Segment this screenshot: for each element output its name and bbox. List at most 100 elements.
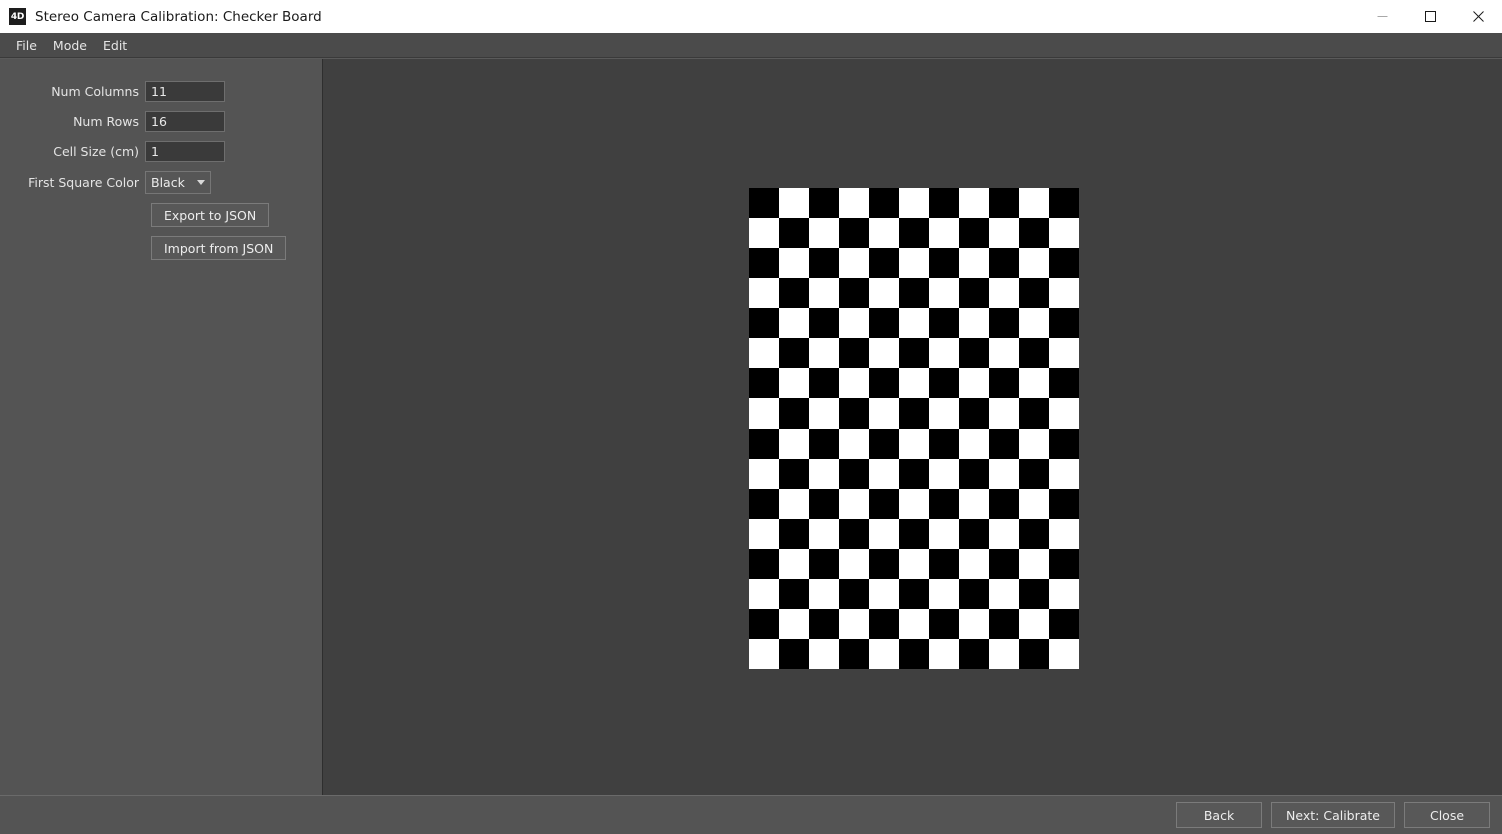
checker-cell xyxy=(779,428,809,459)
field-row-first-square-color: First Square Color Black xyxy=(0,171,322,194)
num-rows-input[interactable] xyxy=(145,111,225,132)
checker-cell xyxy=(959,308,989,339)
checker-cell xyxy=(809,308,839,339)
checker-cell xyxy=(1019,638,1049,669)
checker-cell xyxy=(989,368,1019,399)
checker-cell xyxy=(959,518,989,549)
checker-cell xyxy=(869,188,899,219)
checker-cell xyxy=(839,458,869,489)
checker-cell xyxy=(959,368,989,399)
checker-cell xyxy=(989,188,1019,219)
field-row-num-rows: Num Rows xyxy=(0,111,322,132)
checker-cell xyxy=(1049,428,1079,459)
checker-cell xyxy=(749,278,779,309)
checker-cell xyxy=(989,548,1019,579)
checker-cell xyxy=(989,218,1019,249)
checker-cell xyxy=(929,548,959,579)
checker-cell xyxy=(869,218,899,249)
checker-cell xyxy=(869,308,899,339)
checker-cell xyxy=(869,578,899,609)
checker-cell xyxy=(899,458,929,489)
checker-cell xyxy=(1019,308,1049,339)
checker-cell xyxy=(839,548,869,579)
cell-size-input[interactable] xyxy=(145,141,225,162)
checker-cell xyxy=(869,458,899,489)
checker-cell xyxy=(1019,458,1049,489)
checker-cell xyxy=(869,518,899,549)
checker-cell xyxy=(1049,368,1079,399)
checker-cell xyxy=(1049,338,1079,369)
maximize-button[interactable] xyxy=(1406,0,1454,33)
checker-cell xyxy=(779,458,809,489)
checker-cell xyxy=(989,248,1019,279)
checker-cell xyxy=(779,548,809,579)
checker-cell xyxy=(1049,548,1079,579)
checker-cell xyxy=(899,218,929,249)
checker-cell xyxy=(899,338,929,369)
checker-cell xyxy=(989,398,1019,429)
checker-cell xyxy=(929,488,959,519)
checker-cell xyxy=(749,248,779,279)
checker-cell xyxy=(989,278,1019,309)
checker-cell xyxy=(929,518,959,549)
first-square-color-dropdown[interactable]: Black xyxy=(145,171,211,194)
checker-cell xyxy=(959,458,989,489)
checker-cell xyxy=(1049,398,1079,429)
checker-cell xyxy=(1019,188,1049,219)
menu-item-edit[interactable]: Edit xyxy=(95,35,135,56)
label-num-rows: Num Rows xyxy=(73,114,139,129)
checker-cell xyxy=(809,188,839,219)
checker-cell xyxy=(749,428,779,459)
footer-bar: Back Next: Calibrate Close xyxy=(0,795,1502,834)
checker-cell xyxy=(899,188,929,219)
checker-cell xyxy=(899,488,929,519)
next-calibrate-button[interactable]: Next: Calibrate xyxy=(1271,802,1395,828)
checker-cell xyxy=(749,398,779,429)
menu-item-file[interactable]: File xyxy=(8,35,45,56)
checker-cell xyxy=(929,578,959,609)
checker-cell xyxy=(749,368,779,399)
first-square-color-value: Black xyxy=(151,175,185,190)
checker-cell xyxy=(899,518,929,549)
checker-cell xyxy=(929,458,959,489)
checker-cell xyxy=(809,488,839,519)
checker-cell xyxy=(1019,398,1049,429)
checker-cell xyxy=(1049,608,1079,639)
checker-cell xyxy=(929,608,959,639)
checker-cell xyxy=(899,368,929,399)
checker-cell xyxy=(959,248,989,279)
checker-cell xyxy=(959,218,989,249)
title-bar: 4D Stereo Camera Calibration: Checker Bo… xyxy=(0,0,1502,33)
label-cell-size: Cell Size (cm) xyxy=(53,144,139,159)
checker-cell xyxy=(929,338,959,369)
checker-cell xyxy=(779,638,809,669)
app-icon-4d: 4D xyxy=(9,8,26,25)
checker-cell xyxy=(779,488,809,519)
checker-cell xyxy=(1019,248,1049,279)
checker-cell xyxy=(929,368,959,399)
checker-cell xyxy=(779,518,809,549)
back-button[interactable]: Back xyxy=(1176,802,1263,828)
checker-cell xyxy=(779,248,809,279)
checker-cell xyxy=(989,458,1019,489)
export-to-json-button[interactable]: Export to JSON xyxy=(151,203,270,227)
checker-cell xyxy=(809,518,839,549)
checker-cell xyxy=(779,188,809,219)
checker-cell xyxy=(989,428,1019,459)
minimize-button[interactable] xyxy=(1358,0,1406,33)
import-from-json-button[interactable]: Import from JSON xyxy=(151,236,287,260)
num-columns-input[interactable] xyxy=(145,81,225,102)
checker-cell xyxy=(1049,248,1079,279)
checker-cell xyxy=(959,188,989,219)
menu-item-mode[interactable]: Mode xyxy=(45,35,95,56)
checker-cell xyxy=(899,428,929,459)
checker-cell xyxy=(929,308,959,339)
close-dialog-button[interactable]: Close xyxy=(1404,802,1490,828)
checker-cell xyxy=(899,548,929,579)
checker-cell xyxy=(839,188,869,219)
close-button[interactable] xyxy=(1454,0,1502,33)
checker-cell xyxy=(1049,488,1079,519)
checker-cell xyxy=(749,188,779,219)
checker-cell xyxy=(1049,458,1079,489)
checker-cell xyxy=(809,368,839,399)
